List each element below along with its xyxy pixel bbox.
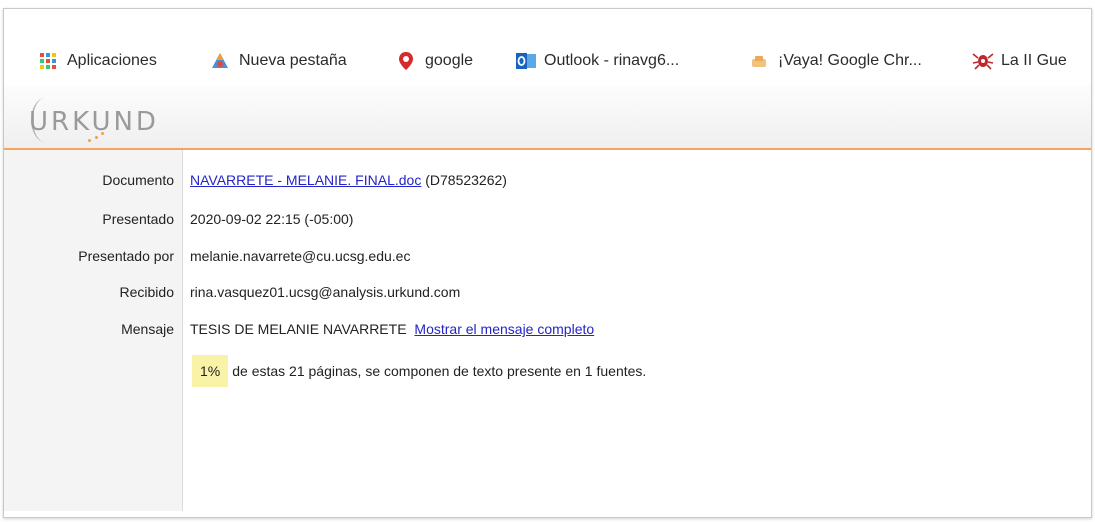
chrome-error-icon [749,51,769,71]
presentado-por-value: melanie.navarrete@cu.ucsg.edu.ec [190,248,411,264]
bookmark-label: Outlook - rinavg6... [544,52,680,69]
new-tab-icon [210,51,230,71]
document-link[interactable]: NAVARRETE - MELANIE. FINAL.doc [190,172,421,188]
mensaje-value: TESIS DE MELANIE NAVARRETE Mostrar el me… [190,321,594,337]
message-text: TESIS DE MELANIE NAVARRETE [190,321,407,337]
mensaje-label: Mensaje [121,321,174,337]
bookmark-label: ¡Vaya! Google Chr... [778,52,922,69]
browser-window: Aplicaciones Nueva pestaña google Outloo… [3,8,1092,518]
bookmark-label: La II Gue [1001,52,1067,69]
documento-label: Documento [102,172,174,188]
similarity-percent-badge: 1% [192,355,229,387]
document-id: (D78523262) [425,172,507,188]
bookmark-label: Nueva pestaña [239,52,347,69]
labels-column: Documento Presentado Presentado por Reci… [4,150,183,511]
logo-dot [88,139,91,142]
bookmark-nueva-pestana[interactable]: Nueva pestaña [210,51,347,71]
bookmark-aplicaciones[interactable]: Aplicaciones [38,51,157,71]
documento-value: NAVARRETE - MELANIE. FINAL.doc (D7852326… [190,172,507,188]
show-full-message-link[interactable]: Mostrar el mensaje completo [414,321,594,337]
recibido-value: rina.vasquez01.ucsg@analysis.urkund.com [190,284,461,300]
presentado-value: 2020-09-02 22:15 (-05:00) [190,211,354,227]
bookmarks-bar: Aplicaciones Nueva pestaña google Outloo… [4,9,1091,85]
report-panel: Documento Presentado Presentado por Reci… [4,150,1091,517]
bookmark-label: google [425,52,474,69]
bookmark-outlook[interactable]: Outlook - rinavg6... [515,51,679,71]
summary-text: de estas 21 páginas, se componen de text… [232,363,647,379]
urkund-logo: URKUND [29,107,159,137]
google-pin-icon [396,51,416,71]
outlook-icon [515,51,536,71]
urkund-header: URKUND [4,85,1091,150]
apps-grid-icon [38,51,58,71]
presentado-por-label: Presentado por [78,248,174,264]
similarity-summary: 1% de estas 21 páginas, se componen de te… [192,355,646,387]
presentado-label: Presentado [102,211,174,227]
bookmark-label: Aplicaciones [67,52,157,69]
bookmark-la-ii-gue[interactable]: La II Gue [972,51,1067,71]
recibido-label: Recibido [119,284,174,300]
logo-dot [95,136,98,139]
spider-icon [972,51,994,71]
bookmark-google[interactable]: google [396,51,473,71]
bookmark-vaya-google-chrome[interactable]: ¡Vaya! Google Chr... [749,51,922,71]
logo-dot [101,132,104,135]
